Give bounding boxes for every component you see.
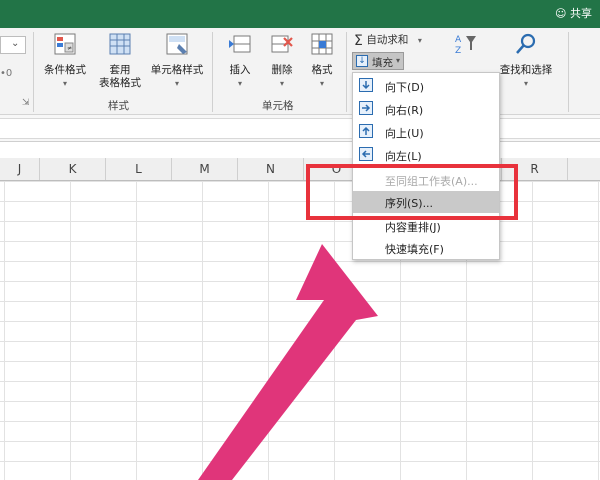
annotation-arrow <box>198 244 378 480</box>
